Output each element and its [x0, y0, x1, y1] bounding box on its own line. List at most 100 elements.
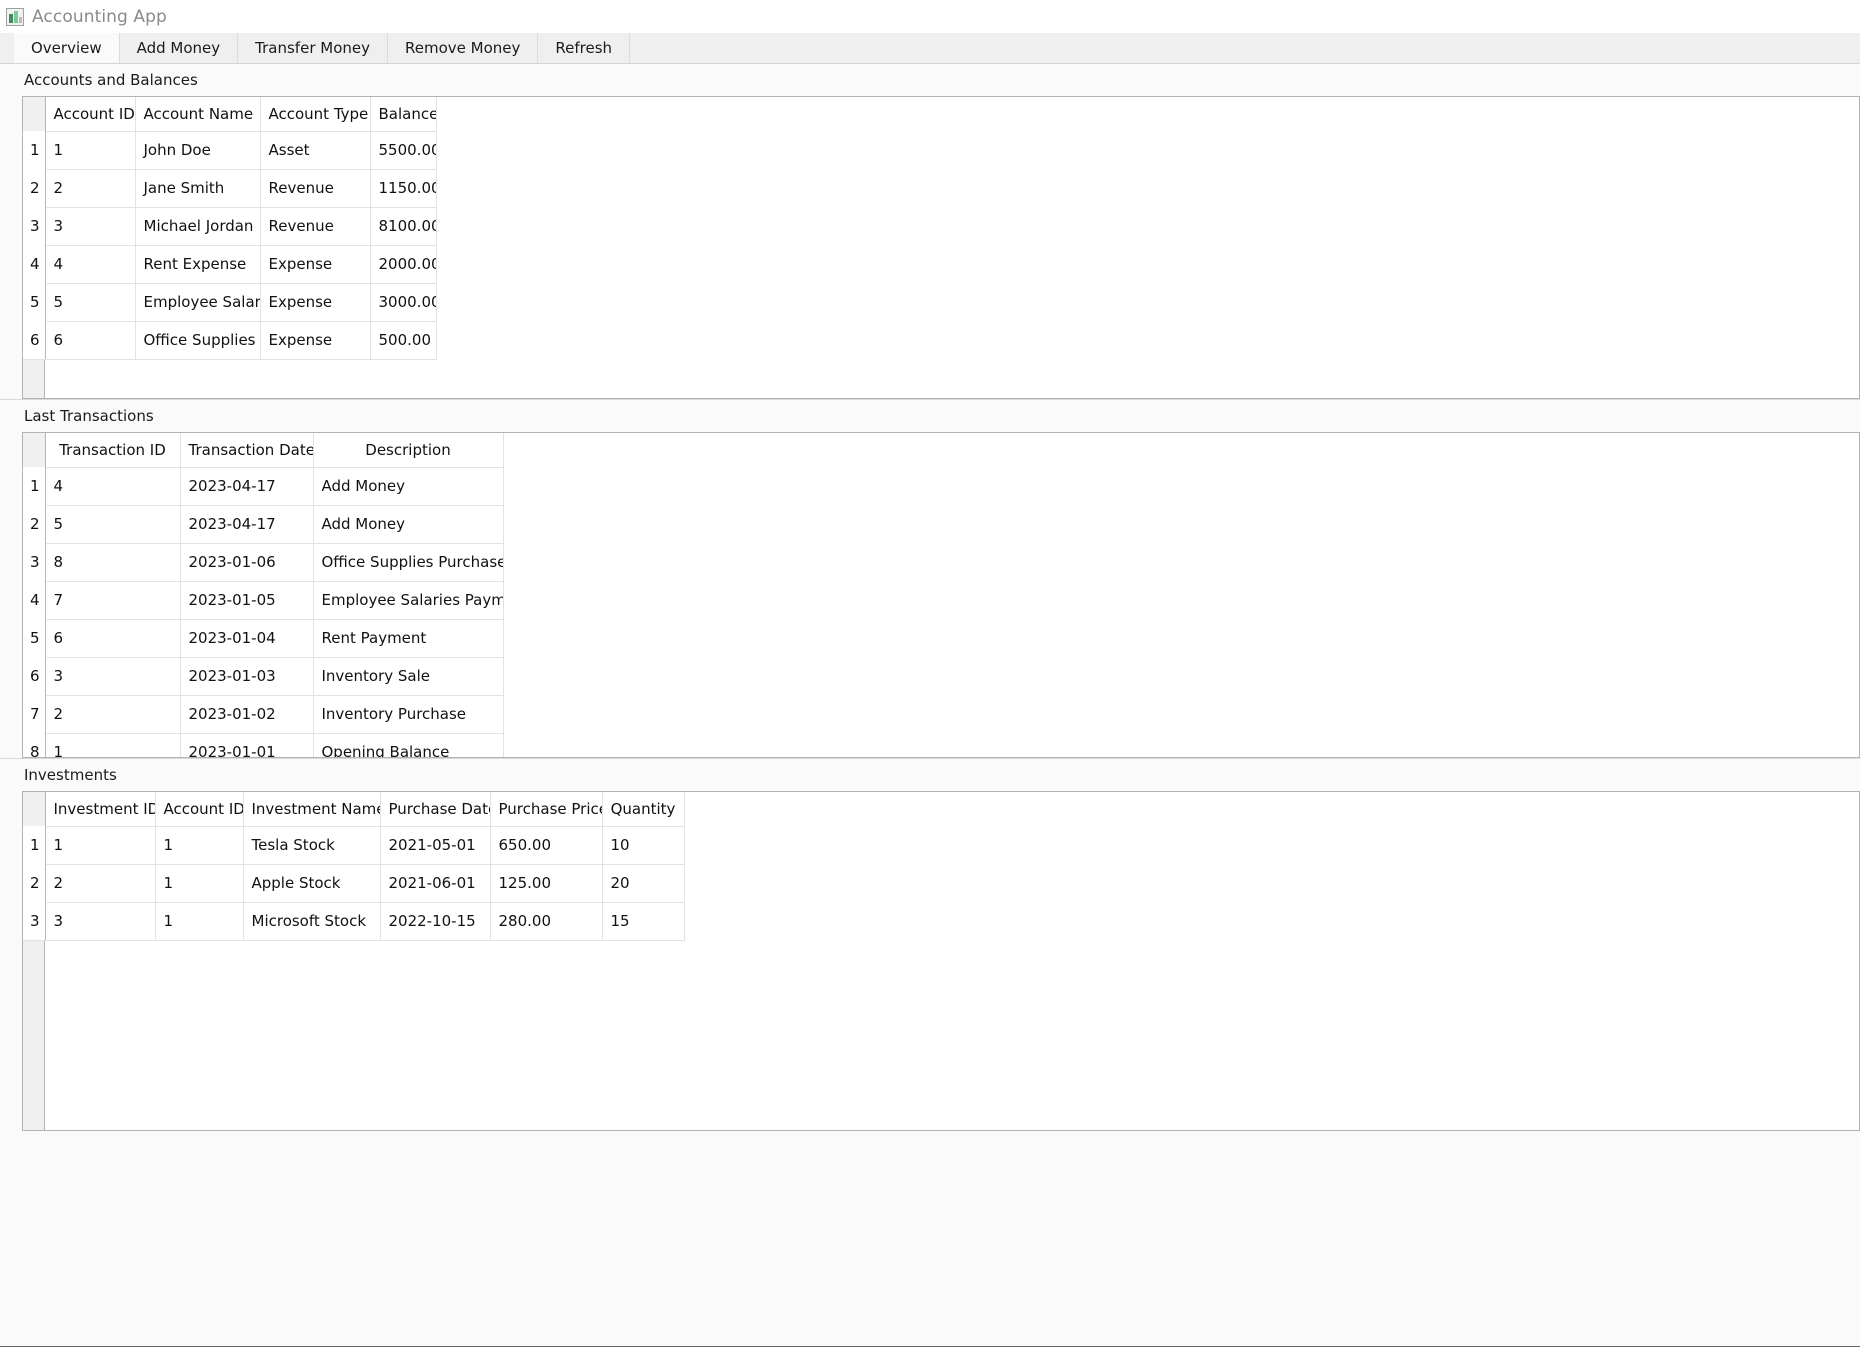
cell-transaction-id[interactable]: 5 — [45, 505, 181, 544]
cell-transaction-date[interactable]: 2023-04-17 — [180, 505, 314, 544]
cell-description[interactable]: Inventory Sale — [313, 657, 504, 696]
cell-transaction-id[interactable]: 3 — [45, 657, 181, 696]
cell-account-type[interactable]: Revenue — [260, 207, 371, 246]
cell-transaction-id[interactable]: 6 — [45, 619, 181, 658]
cell-purchase-date[interactable]: 2022-10-15 — [380, 902, 491, 941]
cell-transaction-id[interactable]: 8 — [45, 543, 181, 582]
col-header-transaction-date[interactable]: Transaction Date — [180, 433, 314, 468]
col-header-account-id[interactable]: Account ID — [155, 792, 244, 827]
cell-account-id[interactable]: 3 — [45, 207, 136, 246]
col-header-description[interactable]: Description — [313, 433, 504, 468]
transactions-table-container[interactable]: Transaction ID Transaction Date Descript… — [22, 432, 1860, 758]
table-row[interactable]: 5 6 2023-01-04 Rent Payment — [23, 619, 504, 658]
table-row[interactable]: 3 3 Michael Jordan Revenue 8100.00 — [23, 207, 437, 246]
cell-account-name[interactable]: Michael Jordan — [135, 207, 261, 246]
cell-description[interactable]: Inventory Purchase — [313, 695, 504, 734]
cell-account-id[interactable]: 1 — [45, 131, 136, 170]
tab-transfer-money[interactable]: Transfer Money — [238, 33, 388, 63]
investments-table-container[interactable]: Investment ID Account ID Investment Name… — [22, 791, 1860, 1131]
cell-investment-name[interactable]: Microsoft Stock — [243, 902, 381, 941]
table-row[interactable]: 2 2 1 Apple Stock 2021-06-01 125.00 20 — [23, 864, 685, 903]
cell-account-name[interactable]: Employee Salaries — [135, 283, 261, 322]
cell-description[interactable]: Employee Salaries Payment — [313, 581, 504, 620]
col-header-account-id[interactable]: Account ID — [45, 97, 136, 132]
col-header-purchase-price[interactable]: Purchase Price — [490, 792, 603, 827]
cell-transaction-date[interactable]: 2023-04-17 — [180, 467, 314, 506]
tab-remove-money[interactable]: Remove Money — [388, 33, 539, 63]
cell-description[interactable]: Add Money — [313, 467, 504, 506]
col-header-balance[interactable]: Balance — [370, 97, 437, 132]
cell-purchase-price[interactable]: 650.00 — [490, 826, 603, 865]
cell-transaction-date[interactable]: 2023-01-04 — [180, 619, 314, 658]
cell-purchase-price[interactable]: 125.00 — [490, 864, 603, 903]
cell-description[interactable]: Rent Payment — [313, 619, 504, 658]
cell-balance[interactable]: 1150.00 — [370, 169, 437, 208]
table-row[interactable]: 7 2 2023-01-02 Inventory Purchase — [23, 695, 504, 734]
cell-quantity[interactable]: 15 — [602, 902, 685, 941]
cell-account-name[interactable]: Office Supplies — [135, 321, 261, 360]
accounts-table[interactable]: Account ID Account Name Account Type Bal… — [23, 97, 437, 360]
cell-balance[interactable]: 500.00 — [370, 321, 437, 360]
col-header-purchase-date[interactable]: Purchase Date — [380, 792, 491, 827]
cell-account-id[interactable]: 1 — [155, 826, 244, 865]
table-row[interactable]: 4 4 Rent Expense Expense 2000.00 — [23, 245, 437, 284]
col-header-investment-id[interactable]: Investment ID — [45, 792, 156, 827]
cell-balance[interactable]: 3000.00 — [370, 283, 437, 322]
cell-transaction-date[interactable]: 2023-01-05 — [180, 581, 314, 620]
table-row[interactable]: 1 4 2023-04-17 Add Money — [23, 467, 504, 506]
table-row[interactable]: 3 3 1 Microsoft Stock 2022-10-15 280.00 … — [23, 902, 685, 941]
cell-account-id[interactable]: 1 — [155, 864, 244, 903]
table-row[interactable]: 2 5 2023-04-17 Add Money — [23, 505, 504, 544]
cell-transaction-id[interactable]: 7 — [45, 581, 181, 620]
table-row[interactable]: 6 3 2023-01-03 Inventory Sale — [23, 657, 504, 696]
cell-investment-id[interactable]: 1 — [45, 826, 156, 865]
cell-transaction-date[interactable]: 2023-01-06 — [180, 543, 314, 582]
tab-refresh[interactable]: Refresh — [538, 33, 631, 63]
tab-overview[interactable]: Overview — [14, 33, 120, 63]
cell-transaction-id[interactable]: 1 — [45, 733, 181, 757]
accounts-table-container[interactable]: Account ID Account Name Account Type Bal… — [22, 96, 1860, 399]
cell-purchase-price[interactable]: 280.00 — [490, 902, 603, 941]
table-row[interactable]: 4 7 2023-01-05 Employee Salaries Payment — [23, 581, 504, 620]
investments-table[interactable]: Investment ID Account ID Investment Name… — [23, 792, 685, 941]
tab-add-money[interactable]: Add Money — [119, 33, 239, 63]
cell-account-id[interactable]: 5 — [45, 283, 136, 322]
transactions-table[interactable]: Transaction ID Transaction Date Descript… — [23, 433, 504, 757]
cell-account-name[interactable]: Jane Smith — [135, 169, 261, 208]
table-row[interactable]: 1 1 1 Tesla Stock 2021-05-01 650.00 10 — [23, 826, 685, 865]
cell-investment-name[interactable]: Tesla Stock — [243, 826, 381, 865]
cell-account-id[interactable]: 2 — [45, 169, 136, 208]
col-header-account-name[interactable]: Account Name — [135, 97, 261, 132]
cell-description[interactable]: Opening Balance — [313, 733, 504, 757]
table-row[interactable]: 8 1 2023-01-01 Opening Balance — [23, 733, 504, 757]
cell-transaction-date[interactable]: 2023-01-01 — [180, 733, 314, 757]
cell-quantity[interactable]: 10 — [602, 826, 685, 865]
cell-account-type[interactable]: Expense — [260, 245, 371, 284]
cell-quantity[interactable]: 20 — [602, 864, 685, 903]
cell-purchase-date[interactable]: 2021-06-01 — [380, 864, 491, 903]
cell-investment-id[interactable]: 2 — [45, 864, 156, 903]
cell-account-type[interactable]: Expense — [260, 283, 371, 322]
cell-balance[interactable]: 2000.00 — [370, 245, 437, 284]
col-header-account-type[interactable]: Account Type — [260, 97, 371, 132]
cell-transaction-id[interactable]: 2 — [45, 695, 181, 734]
cell-balance[interactable]: 5500.00 — [370, 131, 437, 170]
col-header-investment-name[interactable]: Investment Name — [243, 792, 381, 827]
cell-transaction-date[interactable]: 2023-01-03 — [180, 657, 314, 696]
cell-account-name[interactable]: John Doe — [135, 131, 261, 170]
cell-balance[interactable]: 8100.00 — [370, 207, 437, 246]
cell-investment-id[interactable]: 3 — [45, 902, 156, 941]
cell-purchase-date[interactable]: 2021-05-01 — [380, 826, 491, 865]
cell-account-id[interactable]: 6 — [45, 321, 136, 360]
col-header-quantity[interactable]: Quantity — [602, 792, 685, 827]
table-row[interactable]: 6 6 Office Supplies Expense 500.00 — [23, 321, 437, 360]
cell-account-name[interactable]: Rent Expense — [135, 245, 261, 284]
cell-description[interactable]: Office Supplies Purchase — [313, 543, 504, 582]
cell-transaction-id[interactable]: 4 — [45, 467, 181, 506]
cell-account-id[interactable]: 4 — [45, 245, 136, 284]
cell-account-type[interactable]: Asset — [260, 131, 371, 170]
col-header-transaction-id[interactable]: Transaction ID — [45, 433, 181, 468]
table-row[interactable]: 2 2 Jane Smith Revenue 1150.00 — [23, 169, 437, 208]
table-row[interactable]: 1 1 John Doe Asset 5500.00 — [23, 131, 437, 170]
cell-account-id[interactable]: 1 — [155, 902, 244, 941]
